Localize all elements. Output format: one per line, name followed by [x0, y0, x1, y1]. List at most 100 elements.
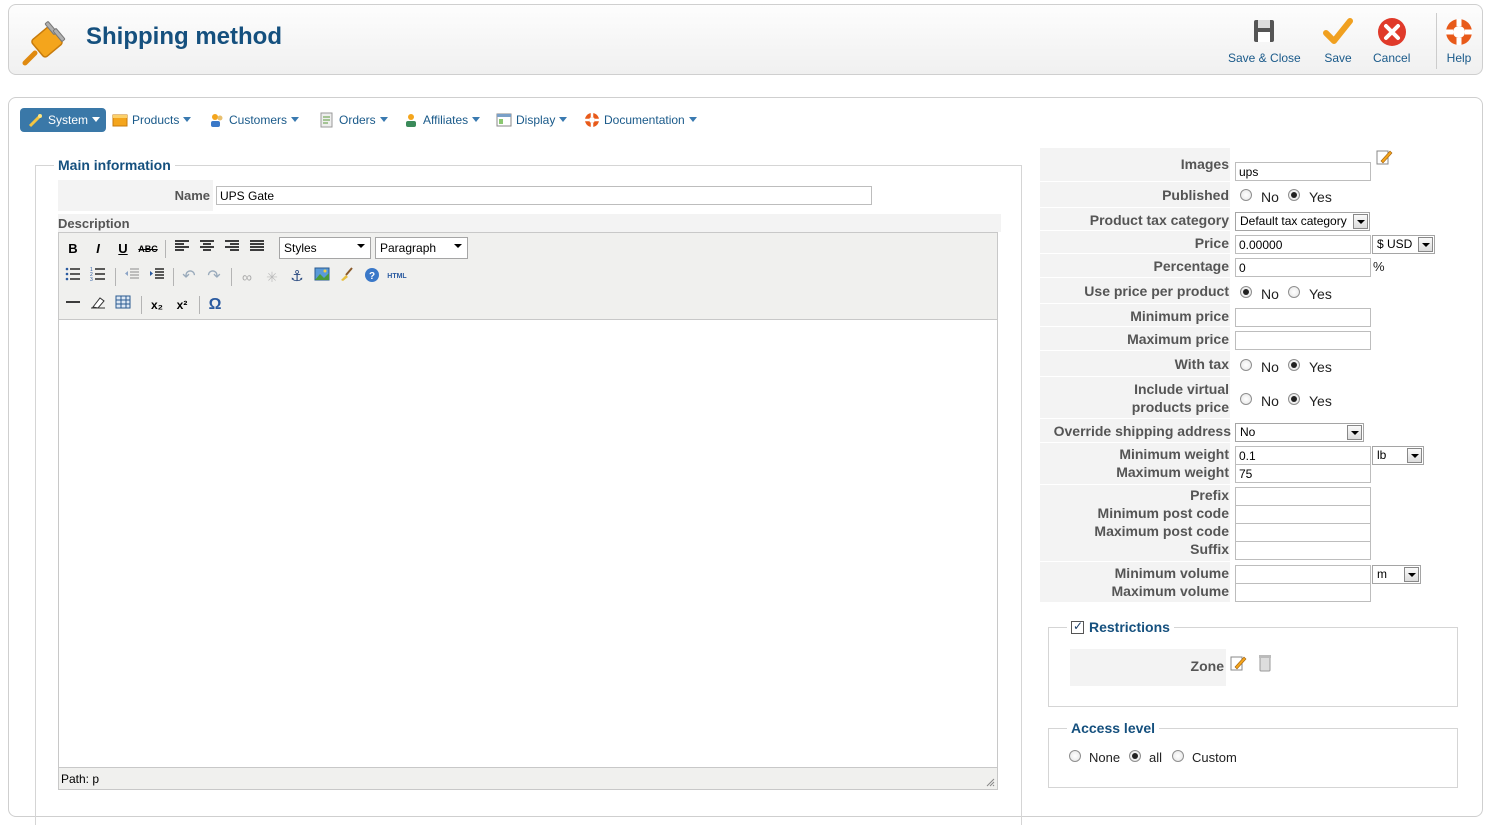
published-no-radio[interactable] — [1240, 189, 1252, 201]
align-left-icon[interactable] — [172, 239, 192, 259]
menu-customers[interactable]: Customers — [209, 108, 300, 132]
percentage-label: Percentage — [1153, 258, 1229, 274]
content-panel: System Products Customers Orders Affilia… — [8, 97, 1483, 825]
users-icon — [211, 114, 223, 127]
use-price-no-radio[interactable] — [1240, 286, 1252, 298]
format-select-value: Paragraph — [380, 241, 437, 255]
anchor-icon[interactable]: ⚓ — [287, 267, 307, 287]
with-tax-no-radio[interactable] — [1240, 359, 1252, 371]
restrictions-legend-text: Restrictions — [1089, 619, 1170, 635]
special-char-button[interactable]: Ω — [205, 295, 225, 315]
row-divider — [1040, 181, 1230, 182]
access-custom-radio[interactable] — [1172, 750, 1184, 762]
indent-icon[interactable] — [147, 267, 167, 287]
suffix-input[interactable] — [1235, 541, 1371, 560]
include-virtual-yes-radio[interactable] — [1288, 393, 1300, 405]
prefix-input[interactable] — [1235, 487, 1371, 506]
menu-label: Products — [132, 113, 180, 127]
menu-documentation[interactable]: Documentation — [584, 108, 697, 132]
horizontal-rule-icon[interactable] — [63, 295, 83, 315]
outdent-icon[interactable] — [122, 267, 142, 287]
edit-icon[interactable] — [1229, 654, 1247, 672]
page-title: Shipping method — [86, 23, 282, 50]
subscript-button[interactable]: x₂ — [147, 295, 167, 315]
percent-sign: % — [1373, 259, 1385, 274]
currency-select[interactable]: $ USD — [1372, 235, 1435, 254]
align-right-icon[interactable] — [222, 239, 242, 259]
unlink-icon[interactable]: ✳ — [262, 267, 282, 287]
help-button[interactable]: Help — [1443, 17, 1475, 65]
min-price-input[interactable] — [1235, 308, 1371, 327]
image-icon[interactable] — [312, 267, 332, 287]
redo-icon[interactable]: ↷ — [204, 267, 224, 287]
cleanup-icon[interactable] — [337, 267, 357, 287]
volume-unit-select[interactable]: m — [1372, 565, 1421, 584]
currency-value: $ USD — [1377, 237, 1413, 251]
bullet-list-icon[interactable] — [63, 267, 83, 287]
format-select[interactable]: Paragraph — [375, 237, 468, 259]
caret-down-icon — [379, 117, 388, 122]
access-all-radio[interactable] — [1129, 750, 1141, 762]
italic-button[interactable]: I — [88, 239, 108, 259]
superscript-button[interactable]: x² — [172, 295, 192, 315]
bold-button[interactable]: B — [63, 239, 83, 259]
editor-content-area[interactable] — [59, 321, 997, 767]
html-source-button[interactable]: HTML — [387, 267, 407, 287]
max-price-input[interactable] — [1235, 331, 1371, 350]
row-divider — [1040, 484, 1230, 485]
table-icon[interactable] — [113, 295, 133, 315]
box-icon — [112, 114, 128, 127]
max-volume-input[interactable] — [1235, 583, 1371, 602]
save-button[interactable]: Save — [1322, 17, 1354, 65]
min-weight-input[interactable] — [1235, 446, 1371, 465]
weight-unit-select[interactable]: lb — [1372, 446, 1424, 465]
name-input[interactable] — [216, 186, 872, 205]
percentage-input[interactable] — [1235, 258, 1371, 277]
use-price-per-product-label: Use price per product — [1084, 283, 1229, 299]
eraser-icon[interactable] — [88, 295, 108, 315]
row-divider — [1040, 207, 1230, 208]
restrictions-legend: Restrictions — [1067, 619, 1174, 635]
undo-icon[interactable]: ↶ — [179, 267, 199, 287]
max-weight-label: Maximum weight — [1116, 464, 1229, 480]
menu-products[interactable]: Products — [112, 108, 192, 132]
numbered-list-icon[interactable]: 123 — [88, 267, 108, 287]
override-shipping-select[interactable]: No — [1235, 423, 1364, 442]
min-volume-input[interactable] — [1235, 565, 1371, 584]
with-tax-yes-radio[interactable] — [1288, 359, 1300, 371]
published-yes-radio[interactable] — [1288, 189, 1300, 201]
trash-icon[interactable] — [1257, 654, 1273, 672]
menu-system[interactable]: System — [20, 108, 106, 132]
zone-label: Zone — [1190, 658, 1224, 674]
save-close-button[interactable]: Save & Close — [1228, 17, 1301, 65]
menu-display[interactable]: Display — [496, 108, 568, 132]
min-volume-label: Minimum volume — [1114, 565, 1229, 581]
styles-select[interactable]: Styles — [279, 237, 371, 259]
toolbar-separator — [1436, 13, 1437, 69]
menu-orders[interactable]: Orders — [319, 108, 388, 132]
link-icon[interactable]: ∞ — [237, 267, 257, 287]
price-input[interactable] — [1235, 235, 1371, 254]
access-none-radio[interactable] — [1069, 750, 1081, 762]
tax-category-select[interactable]: Default tax category — [1235, 212, 1370, 231]
min-post-code-input[interactable] — [1235, 505, 1371, 524]
use-price-yes-radio[interactable] — [1288, 286, 1300, 298]
max-post-code-input[interactable] — [1235, 523, 1371, 542]
help-icon[interactable]: ? — [362, 267, 382, 287]
strikethrough-button[interactable]: ABC — [138, 239, 158, 259]
resize-handle-icon[interactable] — [985, 777, 995, 787]
images-input[interactable] — [1235, 162, 1371, 181]
underline-button[interactable]: U — [113, 239, 133, 259]
tax-category-value: Default tax category — [1240, 214, 1347, 228]
name-label: Name — [174, 188, 210, 203]
row-divider — [1040, 277, 1230, 278]
align-justify-icon[interactable] — [247, 239, 267, 259]
align-center-icon[interactable] — [197, 239, 217, 259]
edit-icon[interactable] — [1375, 148, 1393, 166]
menu-affiliates[interactable]: Affiliates — [403, 108, 481, 132]
toolbar-separator — [231, 268, 232, 286]
cancel-button[interactable]: Cancel — [1373, 17, 1410, 65]
max-weight-input[interactable] — [1235, 464, 1371, 483]
include-virtual-no-radio[interactable] — [1240, 393, 1252, 405]
restrictions-checkbox[interactable] — [1071, 619, 1084, 634]
